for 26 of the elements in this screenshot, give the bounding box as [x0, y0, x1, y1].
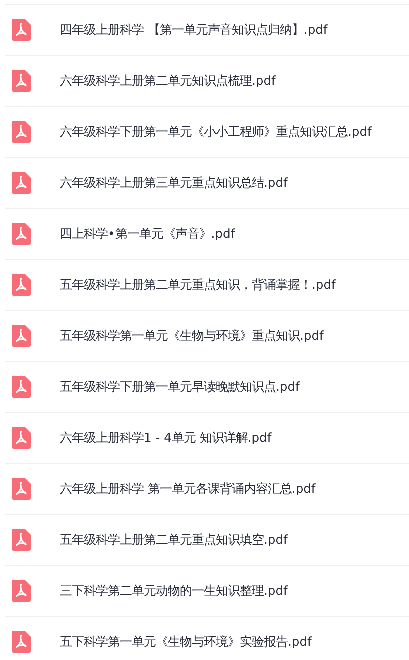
file-name[interactable]: 四上科学•第一单元《声音》.pdf: [60, 226, 236, 242]
file-name[interactable]: 三下科学第二单元动物的一生知识整理.pdf: [60, 582, 288, 600]
pdf-icon: [12, 478, 31, 500]
file-name[interactable]: 五年级科学下册第一单元早读晚默知识点.pdf: [60, 378, 300, 396]
file-name[interactable]: 四年级上册科学 【第一单元声音知识点归纳】.pdf: [60, 22, 328, 38]
pdf-icon: [12, 172, 31, 194]
pdf-icon: [12, 274, 31, 296]
pdf-icon: [12, 121, 31, 143]
file-name[interactable]: 六年级上册科学1 - 4单元 知识详解.pdf: [60, 430, 272, 446]
file-name[interactable]: 六年级科学下册第一单元《小小工程师》重点知识汇总.pdf: [60, 124, 372, 140]
pdf-icon: [12, 427, 31, 449]
pdf-icon: [12, 580, 31, 602]
file-name[interactable]: 五年级科学上册第二单元重点知识填空.pdf: [60, 532, 288, 548]
file-name[interactable]: 五年级科学上册第二单元重点知识，背诵掌握！.pdf: [60, 276, 336, 294]
pdf-icon: [12, 70, 31, 92]
pdf-icon: [12, 325, 31, 347]
file-name[interactable]: 六年级上册科学 第一单元各课背诵内容汇总.pdf: [60, 480, 316, 498]
file-name[interactable]: 六年级科学上册第三单元重点知识总结.pdf: [60, 174, 288, 192]
pdf-icon: [12, 631, 31, 653]
file-name[interactable]: 五下科学第一单元《生物与环境》实验报告.pdf: [60, 634, 312, 650]
pdf-icon: [12, 376, 31, 398]
pdf-icon: [12, 19, 31, 41]
pdf-icon: [12, 529, 31, 551]
file-name[interactable]: 五年级科学第一单元《生物与环境》重点知识.pdf: [60, 328, 324, 344]
pdf-icon: [12, 223, 31, 245]
file-name[interactable]: 六年级科学上册第二单元知识点梳理.pdf: [60, 72, 276, 90]
